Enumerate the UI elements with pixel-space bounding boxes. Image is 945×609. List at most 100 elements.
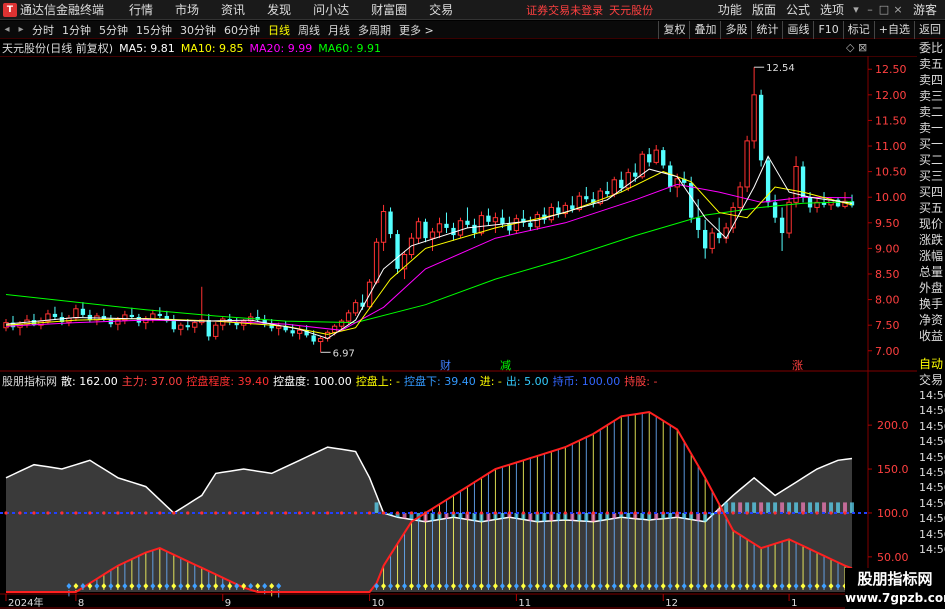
close-icon[interactable]: × bbox=[891, 3, 905, 16]
menu-quotes[interactable]: 行情 bbox=[118, 1, 164, 18]
period-weekly[interactable]: 周线 bbox=[294, 22, 324, 38]
ma10-label: MA10: 9.85 bbox=[180, 41, 244, 55]
level-dot bbox=[451, 511, 456, 515]
period-daily[interactable]: 日线 bbox=[264, 22, 294, 38]
period-monthly[interactable]: 月线 bbox=[324, 22, 354, 38]
chart-controls-icon[interactable]: ◇ ⊠ bbox=[846, 41, 867, 54]
rp-trade[interactable]: 交易 bbox=[917, 372, 945, 388]
menu-market[interactable]: 市场 bbox=[164, 1, 210, 18]
rp-sell5[interactable]: 卖五 bbox=[917, 56, 945, 72]
ma60-line bbox=[5, 201, 853, 324]
candle-body bbox=[157, 313, 162, 316]
level-dot bbox=[605, 511, 609, 515]
candle-body bbox=[556, 207, 561, 214]
rp-change[interactable]: 涨跌 bbox=[917, 232, 945, 248]
price-axis-label: 9.50 bbox=[875, 217, 900, 230]
rp-volume[interactable]: 总量 bbox=[917, 264, 945, 280]
candle-body bbox=[395, 234, 400, 269]
level-dot bbox=[312, 511, 316, 515]
level-dot bbox=[116, 511, 120, 515]
menu-wealth[interactable]: 财富圈 bbox=[360, 1, 418, 18]
rp-buy4[interactable]: 买四 bbox=[917, 184, 945, 200]
draw-line-button[interactable]: 画线 bbox=[782, 21, 813, 39]
rp-buy2[interactable]: 买二 bbox=[917, 152, 945, 168]
f10-button[interactable]: F10 bbox=[813, 21, 842, 39]
rp-weibi[interactable]: 委比 bbox=[917, 40, 945, 56]
period-5min[interactable]: 5分钟 bbox=[95, 22, 132, 38]
level-dot bbox=[521, 511, 525, 515]
period-intraday[interactable]: 分时 bbox=[28, 22, 58, 38]
rp-sell2[interactable]: 卖二 bbox=[917, 104, 945, 120]
rp-time: 14:56 bbox=[919, 542, 945, 556]
rp-buy5[interactable]: 买五 bbox=[917, 200, 945, 216]
rp-turnover[interactable]: 换手 bbox=[917, 296, 945, 312]
rp-sell3[interactable]: 卖三 bbox=[917, 88, 945, 104]
candle-body bbox=[619, 179, 624, 188]
overlay-button[interactable]: 叠加 bbox=[689, 21, 720, 39]
period-more[interactable]: 更多 > bbox=[395, 22, 438, 38]
period-15min[interactable]: 15分钟 bbox=[132, 22, 176, 38]
rp-outer[interactable]: 外盘 bbox=[917, 280, 945, 296]
price-axis-label: 12.50 bbox=[875, 63, 907, 76]
candle-body bbox=[744, 140, 750, 188]
candle-body bbox=[206, 320, 211, 337]
candle-body bbox=[709, 232, 715, 249]
level-dot bbox=[577, 511, 581, 515]
add-watchlist-button[interactable]: +自选 bbox=[873, 21, 914, 39]
price-axis-label: 12.00 bbox=[875, 89, 907, 102]
return-button[interactable]: 返回 bbox=[914, 21, 945, 39]
rp-sell4[interactable]: 卖四 bbox=[917, 72, 945, 88]
candle-body bbox=[192, 322, 198, 328]
back-arrow-icon[interactable]: ◂ bbox=[0, 24, 14, 35]
login-status[interactable]: 证券交易未登录 bbox=[526, 2, 603, 18]
kline-chart[interactable]: 12.54 6.97 财 减 涨 12.50 12.00 11.50 11.00 10.50 10… bbox=[0, 56, 917, 609]
main-chart-header: 天元股份(日线 前复权) MA5: 9.81 MA10: 9.85 MA20: … bbox=[2, 41, 387, 56]
forward-arrow-icon[interactable]: ▸ bbox=[14, 24, 28, 35]
ind-out: 出: 5.00 bbox=[505, 375, 549, 388]
menu-options[interactable]: 选项 bbox=[815, 1, 849, 18]
period-1min[interactable]: 1分钟 bbox=[58, 22, 95, 38]
candle-body bbox=[500, 217, 505, 224]
menu-discover[interactable]: 发现 bbox=[256, 1, 302, 18]
menu-news[interactable]: 资讯 bbox=[210, 1, 256, 18]
menu-formula[interactable]: 公式 bbox=[781, 1, 815, 18]
price-axis-label: 10.00 bbox=[875, 191, 907, 204]
period-30min[interactable]: 30分钟 bbox=[176, 22, 220, 38]
rp-net-asset[interactable]: 净资 bbox=[917, 312, 945, 328]
menu-trade[interactable]: 交易 bbox=[418, 1, 464, 18]
adjust-button[interactable]: 复权 bbox=[658, 21, 689, 39]
rp-earnings[interactable]: 收益 bbox=[917, 328, 945, 344]
menu-ask[interactable]: 问小达 bbox=[302, 1, 360, 18]
rp-price[interactable]: 现价 bbox=[917, 216, 945, 232]
rp-sell1[interactable]: 卖一 bbox=[917, 120, 945, 136]
candle-body bbox=[674, 178, 680, 188]
user-guest[interactable]: 游客 bbox=[913, 1, 937, 18]
maximize-icon[interactable]: □ bbox=[877, 3, 891, 16]
ind-cash: 持币: 100.00 bbox=[552, 375, 621, 388]
statistics-button[interactable]: 统计 bbox=[751, 21, 782, 39]
dropdown-icon[interactable]: ▾ bbox=[849, 3, 863, 16]
price-axis-label: 8.00 bbox=[875, 294, 900, 307]
level-dot bbox=[535, 511, 539, 515]
rp-buy1[interactable]: 买一 bbox=[917, 136, 945, 152]
period-toolbar: ◂ ▸ 分时 1分钟 5分钟 15分钟 30分钟 60分钟 日线 周线 月线 多… bbox=[0, 21, 945, 39]
minimize-icon[interactable]: – bbox=[863, 3, 877, 16]
candle-body bbox=[415, 221, 422, 239]
level-dot bbox=[74, 511, 78, 515]
ind-kongpan-chengdu: 控盘程度: 39.40 bbox=[186, 375, 270, 388]
menu-layout[interactable]: 版面 bbox=[747, 1, 781, 18]
indicator-name[interactable]: 股朋指标网 bbox=[2, 373, 57, 389]
period-multi[interactable]: 多周期 bbox=[354, 22, 395, 38]
rp-change-pct[interactable]: 涨幅 bbox=[917, 248, 945, 264]
rp-buy3[interactable]: 买三 bbox=[917, 168, 945, 184]
mark-button[interactable]: 标记 bbox=[842, 21, 874, 39]
multi-stock-button[interactable]: 多股 bbox=[720, 21, 751, 39]
rp-auto[interactable]: 自动 bbox=[917, 356, 945, 372]
candle-body bbox=[570, 205, 575, 210]
ind-san: 散: 162.00 bbox=[61, 375, 118, 388]
level-dot bbox=[228, 511, 232, 515]
date-label: 2024年 bbox=[8, 596, 43, 609]
menu-function[interactable]: 功能 bbox=[713, 1, 747, 18]
period-60min[interactable]: 60分钟 bbox=[220, 22, 264, 38]
level-dot bbox=[787, 511, 791, 515]
